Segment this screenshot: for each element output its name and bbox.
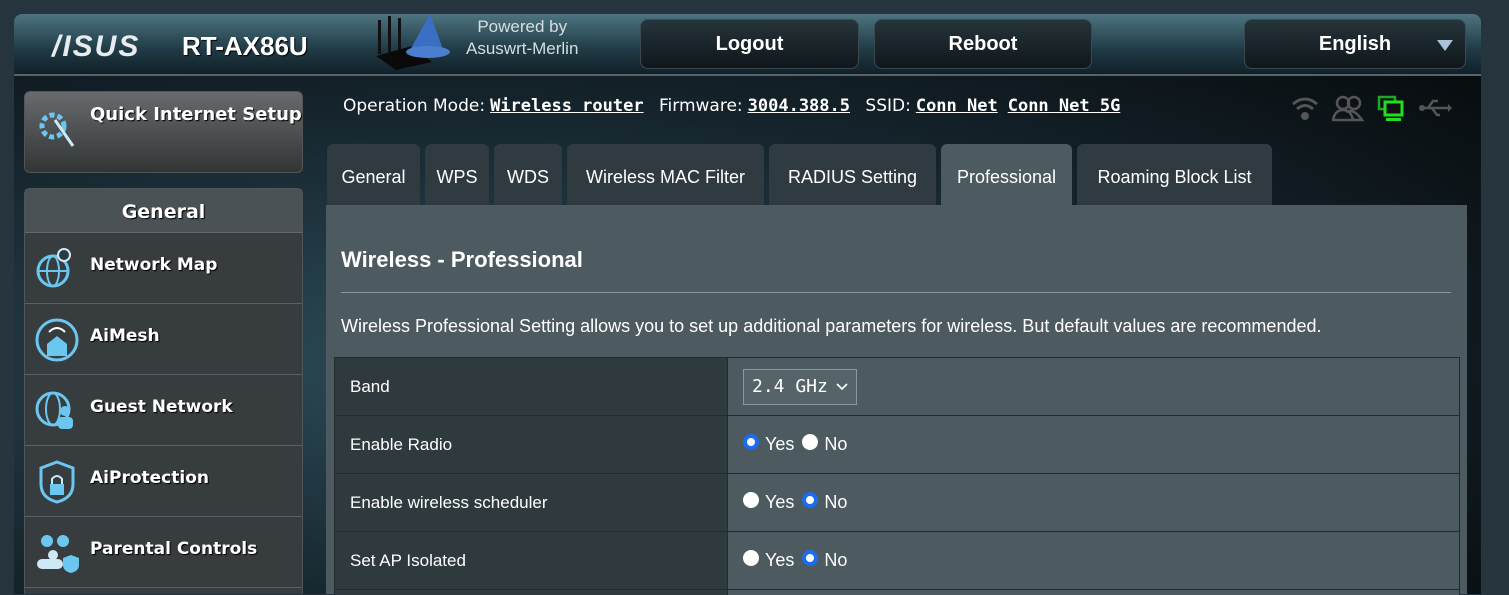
sidebar-item-label: Network Map	[90, 255, 218, 275]
chevron-down-icon	[836, 382, 848, 390]
reboot-button[interactable]: Reboot	[874, 19, 1092, 69]
ap-isolated-label: Set AP Isolated	[334, 531, 728, 590]
sidebar-item-parental-controls[interactable]: Parental Controls	[25, 517, 302, 588]
content-panel: Wireless - Professional Wireless Profess…	[326, 205, 1467, 595]
ssid-label: SSID:	[865, 96, 911, 116]
sidebar-item-aimesh[interactable]: AiMesh	[25, 304, 302, 375]
merlin-router-icon	[376, 14, 450, 70]
tab-radius-setting[interactable]: RADIUS Setting	[769, 144, 936, 206]
sidebar-item-label: Parental Controls	[90, 539, 258, 559]
ap-isolated-yes[interactable]: Yes	[743, 549, 795, 571]
ssid-link[interactable]: Conn Net	[916, 96, 998, 116]
wifi-icon[interactable]	[1290, 94, 1320, 122]
table-row: Enable wireless scheduler Yes No	[334, 473, 1460, 532]
op-mode-link[interactable]: Wireless router	[490, 96, 644, 116]
merlin-text: Asuswrt-Merlin	[466, 39, 579, 58]
divider	[341, 292, 1451, 293]
tab-wps[interactable]: WPS	[425, 144, 489, 206]
header: /ISUS RT-AX86U Powered by Asuswrt-Merlin …	[14, 14, 1481, 76]
asus-logo: /ISUS	[52, 30, 141, 63]
radio-label: Yes	[765, 550, 795, 570]
tab-wireless-mac-filter[interactable]: Wireless MAC Filter	[567, 144, 764, 206]
logout-button[interactable]: Logout	[640, 19, 859, 69]
language-value: English	[1318, 32, 1392, 55]
menu-section-title: General	[25, 189, 302, 233]
table-row: Set AP Isolated Yes No	[334, 531, 1460, 590]
radio-label: No	[824, 550, 848, 570]
radio-unselected[interactable]	[743, 549, 759, 566]
clients-icon[interactable]	[1332, 94, 1364, 122]
usb-icon[interactable]	[1418, 94, 1452, 122]
enable-radio-label: Enable Radio	[334, 415, 728, 474]
router-frame: /ISUS RT-AX86U Powered by Asuswrt-Merlin …	[14, 14, 1481, 595]
page-title: Wireless - Professional	[341, 247, 583, 272]
dropdown-arrow-icon	[1437, 40, 1453, 51]
sidebar-menu: General Network Map AiMesh Guest Network…	[24, 188, 303, 594]
model-name: RT-AX86U	[182, 31, 308, 61]
radio-selected[interactable]	[802, 549, 819, 566]
powered-by-text: Powered by	[477, 17, 568, 36]
radio-selected[interactable]	[743, 433, 759, 450]
scheduler-yes[interactable]: Yes	[743, 491, 795, 513]
setup-wizard-icon	[39, 112, 75, 147]
scheduler-label: Enable wireless scheduler	[334, 473, 728, 532]
aimesh-icon	[35, 318, 79, 362]
shield-lock-icon	[39, 460, 75, 504]
enable-radio-yes[interactable]: Yes	[743, 433, 795, 455]
status-icons	[1290, 94, 1452, 122]
band-select[interactable]: 2.4 GHz	[743, 368, 857, 405]
radio-label: Yes	[765, 434, 795, 454]
tab-professional[interactable]: Professional	[941, 144, 1072, 206]
op-mode-label: Operation Mode:	[343, 96, 486, 116]
enable-radio-no[interactable]: No	[802, 433, 848, 455]
network-icon[interactable]	[1376, 94, 1406, 122]
sidebar-item-label: AiProtection	[90, 468, 209, 488]
radio-unselected[interactable]	[802, 433, 819, 450]
globe-pin-icon	[36, 248, 71, 288]
status-bar: Operation Mode: Wireless router Firmware:…	[343, 96, 1130, 116]
firmware-label: Firmware:	[659, 96, 743, 116]
settings-table: Band 2.4 GHz Enable Radio Yes No Enable w…	[334, 357, 1460, 595]
ssid-5g-link[interactable]: Conn Net 5G	[1008, 96, 1121, 116]
sidebar-item-label: AiMesh	[90, 326, 160, 346]
tab-roaming-block-list[interactable]: Roaming Block List	[1077, 144, 1272, 206]
parental-controls-icon	[37, 535, 79, 573]
radio-selected[interactable]	[802, 491, 819, 508]
table-row: Enable Radio Yes No	[334, 415, 1460, 474]
ap-isolated-no[interactable]: No	[802, 549, 848, 571]
language-select[interactable]: English	[1244, 19, 1466, 69]
tab-wds[interactable]: WDS	[494, 144, 562, 206]
radio-label: Yes	[765, 492, 795, 512]
scheduler-no[interactable]: No	[802, 491, 848, 513]
tab-general[interactable]: General	[327, 144, 420, 206]
page-description: Wireless Professional Setting allows you…	[341, 316, 1322, 336]
sidebar-item-label: Guest Network	[90, 397, 233, 417]
radio-unselected[interactable]	[743, 491, 759, 508]
band-label: Band	[334, 357, 728, 416]
band-value: 2.4 GHz	[752, 376, 828, 397]
table-row: Band 2.4 GHz	[334, 357, 1460, 416]
quick-internet-setup-button[interactable]: Quick Internet Setup	[24, 91, 303, 173]
sidebar-item-network-map[interactable]: Network Map	[25, 233, 302, 304]
guest-network-icon	[35, 391, 73, 429]
radio-label: No	[824, 492, 848, 512]
firmware-link[interactable]: 3004.388.5	[748, 96, 850, 116]
sidebar-item-guest-network[interactable]: Guest Network	[25, 375, 302, 446]
radio-label: No	[824, 434, 848, 454]
quick-setup-label: Quick Internet Setup	[90, 104, 302, 125]
powered-by: Powered by Asuswrt-Merlin	[466, 16, 578, 60]
sidebar-item-aiprotection[interactable]: AiProtection	[25, 446, 302, 517]
